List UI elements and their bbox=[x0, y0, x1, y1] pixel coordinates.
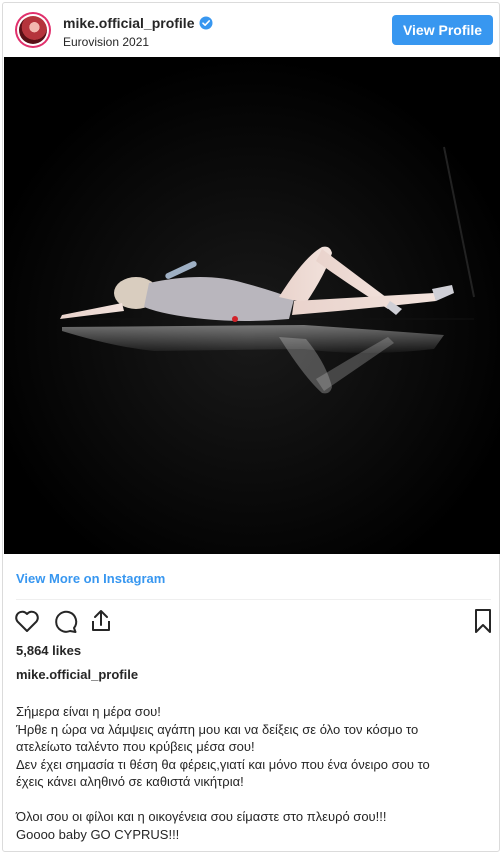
action-bar bbox=[13, 607, 493, 635]
bookmark-outline-icon[interactable] bbox=[469, 607, 497, 635]
divider bbox=[16, 599, 491, 600]
avatar[interactable] bbox=[15, 12, 51, 48]
caption-line: Δεν έχει σημασία τι θέση θα φέρεις,γιατί… bbox=[16, 756, 430, 772]
comment-bubble-icon[interactable] bbox=[51, 607, 79, 635]
verified-badge-icon bbox=[199, 16, 213, 30]
username-link[interactable]: mike.official_profile bbox=[63, 15, 194, 31]
caption-line: έχεις κάνει αληθινό σε καθιστά νικήτρια! bbox=[16, 774, 244, 789]
view-more-link[interactable]: View More on Instagram bbox=[16, 571, 165, 586]
post-header: mike.official_profile Eurovision 2021 Vi… bbox=[3, 3, 499, 57]
caption-line: Σήμερα είναι η μέρα σου! bbox=[16, 704, 161, 719]
caption-line: Ήρθε η ώρα να λάμψεις αγάπη μου και να δ… bbox=[16, 721, 419, 737]
performer-on-stage-image bbox=[4, 57, 500, 554]
share-upload-icon[interactable] bbox=[87, 607, 115, 635]
heart-outline-icon[interactable] bbox=[13, 607, 41, 635]
caption-line: ατελείωτο ταλέντο που κρύβεις μέσα σου! bbox=[16, 739, 255, 754]
caption-line: Όλοι σου οι φίλοι και η οικογένεια σου ε… bbox=[16, 809, 387, 824]
post-location[interactable]: Eurovision 2021 bbox=[63, 35, 149, 49]
view-profile-button[interactable]: View Profile bbox=[392, 15, 493, 45]
caption-username[interactable]: mike.official_profile bbox=[16, 667, 138, 682]
username-row: mike.official_profile bbox=[63, 15, 213, 31]
instagram-embed-card: mike.official_profile Eurovision 2021 Vi… bbox=[2, 2, 500, 852]
post-caption: Σήμερα είναι η μέρα σου! Ήρθε η ώρα να λ… bbox=[16, 703, 491, 843]
caption-line: Goooo baby GO CYPRUS!!! bbox=[16, 826, 180, 842]
post-photo[interactable] bbox=[4, 57, 500, 554]
like-count[interactable]: 5,864 likes bbox=[16, 643, 81, 658]
